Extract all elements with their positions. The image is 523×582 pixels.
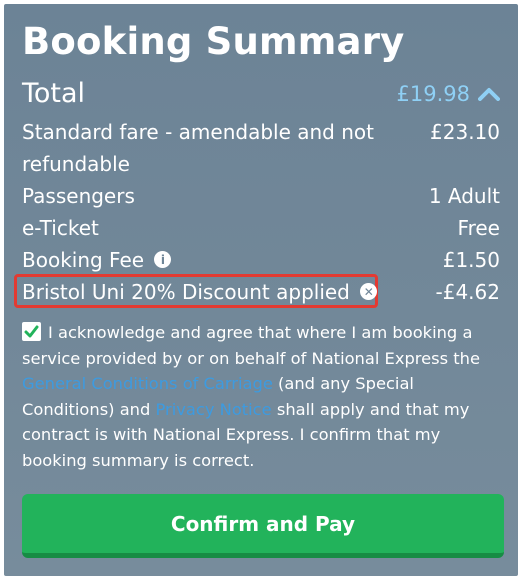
eticket-label: e-Ticket	[22, 216, 99, 240]
remove-circle-icon[interactable]: ✕	[360, 283, 378, 300]
booking-fee-label-wrap: Booking Fee i	[22, 244, 172, 276]
fare-row: Standard fare - amendable and not refund…	[22, 116, 500, 180]
discount-value: -£4.62	[435, 280, 500, 304]
total-label: Total	[22, 78, 86, 109]
passengers-label: Passengers	[22, 184, 135, 208]
booking-fee-row: Booking Fee i £1.50	[22, 244, 500, 276]
fare-label: Standard fare - amendable and not refund…	[22, 120, 374, 176]
privacy-notice-link[interactable]: Privacy Notice	[156, 400, 272, 419]
chevron-up-icon[interactable]	[478, 87, 500, 101]
conditions-of-carriage-link[interactable]: General Conditions of Carriage	[22, 374, 273, 393]
acknowledge-checkbox[interactable]	[22, 322, 41, 341]
booking-fee-value: £1.50	[442, 248, 500, 272]
passengers-value: 1 Adult	[428, 184, 500, 208]
discount-label-wrap: Bristol Uni 20% Discount applied ✕	[22, 276, 378, 308]
discount-label: Bristol Uni 20% Discount applied	[22, 280, 350, 304]
discount-row: Bristol Uni 20% Discount applied ✕ -£4.6…	[22, 276, 500, 308]
eticket-row: e-Ticket Free	[22, 212, 500, 244]
eticket-value: Free	[457, 216, 500, 240]
page-title: Booking Summary	[22, 20, 405, 63]
confirm-and-pay-button[interactable]: Confirm and Pay	[22, 494, 504, 558]
total-row[interactable]: Total £19.98	[22, 76, 500, 112]
passengers-row: Passengers 1 Adult	[22, 180, 500, 212]
acknowledgement: I acknowledge and agree that where I am …	[22, 320, 504, 473]
total-value: £19.98	[396, 82, 470, 106]
booking-fee-label: Booking Fee	[22, 248, 145, 272]
booking-summary-panel: Booking Summary Total £19.98 Standard fa…	[4, 4, 518, 576]
total-value-toggle[interactable]: £19.98	[397, 76, 500, 112]
fare-value: £23.10	[430, 120, 500, 144]
ack-text-1: I acknowledge and agree that where I am …	[22, 323, 481, 368]
check-icon	[24, 325, 39, 338]
info-icon[interactable]: i	[154, 251, 172, 268]
